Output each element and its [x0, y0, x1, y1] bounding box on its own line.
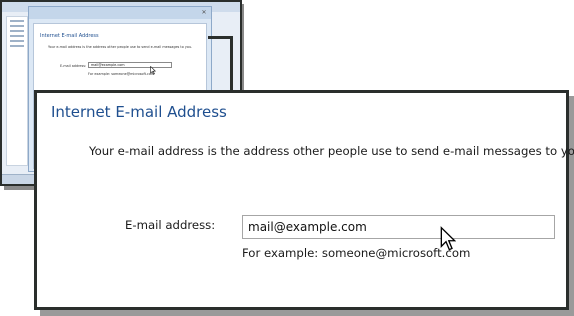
thumbnail-email-field[interactable]: mail@example.com: [88, 62, 172, 68]
zoom-connector: [208, 36, 233, 92]
close-icon[interactable]: ✕: [200, 9, 208, 16]
thumbnail-wizard-titlebar: ✕: [29, 7, 211, 19]
email-label: E-mail address:: [125, 218, 216, 232]
page-title: Internet E-mail Address: [51, 103, 227, 121]
magnified-dialog: Internet E-mail Address Your e-mail addr…: [34, 90, 574, 310]
mouse-pointer-icon: [440, 226, 456, 251]
email-example-text: For example: someone@microsoft.com: [242, 246, 471, 260]
mouse-pointer-icon: [150, 66, 156, 75]
thumbnail-page-title: Internet E-mail Address: [40, 33, 99, 39]
email-field[interactable]: mail@example.com: [242, 215, 555, 239]
thumbnail-email-label: E-mail address:: [60, 64, 87, 68]
page-description: Your e-mail address is the address other…: [89, 144, 574, 158]
thumbnail-example-text: For example: someone@microsoft.com: [88, 72, 155, 76]
thumbnail-sidebar: [6, 16, 28, 166]
thumbnail-description: Your e-mail address is the address other…: [48, 45, 193, 49]
